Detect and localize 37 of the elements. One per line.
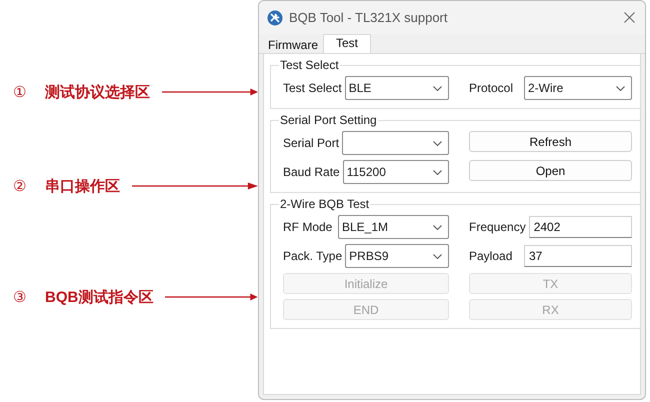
field-label: RF Mode	[283, 220, 334, 234]
dropdown[interactable]	[342, 131, 449, 155]
window-title: BQB Tool - TL321X support	[289, 10, 449, 25]
number-marker: ③	[13, 288, 28, 306]
field-label: Serial Port	[283, 136, 340, 150]
callout-label: 测试协议选择区	[45, 82, 150, 102]
chevron-icon	[433, 140, 442, 146]
callout-label: BQB测试指令区	[45, 288, 154, 306]
field-label: Protocol	[469, 81, 514, 95]
input-field[interactable]: 37	[524, 245, 632, 267]
field-label: Payload	[469, 249, 514, 263]
group-title: Serial Port Setting	[279, 113, 378, 127]
action-button[interactable]: Refresh	[469, 131, 632, 152]
number-marker: ①	[13, 83, 28, 101]
dropdown[interactable]: BLE	[344, 76, 449, 100]
group-title: Test Select	[279, 58, 340, 72]
field-label: Pack. Type	[283, 249, 342, 263]
dropdown[interactable]: PRBS9	[345, 244, 449, 268]
field-label: Test Select	[283, 81, 342, 95]
action-button[interactable]: Open	[469, 160, 632, 181]
dropdown[interactable]: 115200	[342, 160, 449, 184]
chevron-icon	[433, 170, 442, 174]
chevron-icon	[433, 224, 442, 230]
chevron-icon	[616, 86, 625, 90]
group-title: 2-Wire BQB Test	[279, 197, 370, 211]
field-label: Baud Rate	[283, 165, 340, 179]
chevron-icon	[433, 86, 442, 90]
callout-label: 串口操作区	[45, 176, 120, 196]
number-marker: ②	[13, 177, 28, 195]
dropdown[interactable]: 2-Wire	[524, 76, 632, 100]
chevron-icon	[433, 254, 442, 258]
close-icon[interactable]	[624, 12, 635, 23]
input-field[interactable]: 2402	[528, 216, 632, 238]
tab[interactable]: Firmware	[263, 37, 323, 53]
field-label: Frequency	[469, 220, 526, 234]
dropdown[interactable]: BLE_1M	[338, 215, 449, 239]
tab[interactable]: Test	[323, 34, 372, 53]
